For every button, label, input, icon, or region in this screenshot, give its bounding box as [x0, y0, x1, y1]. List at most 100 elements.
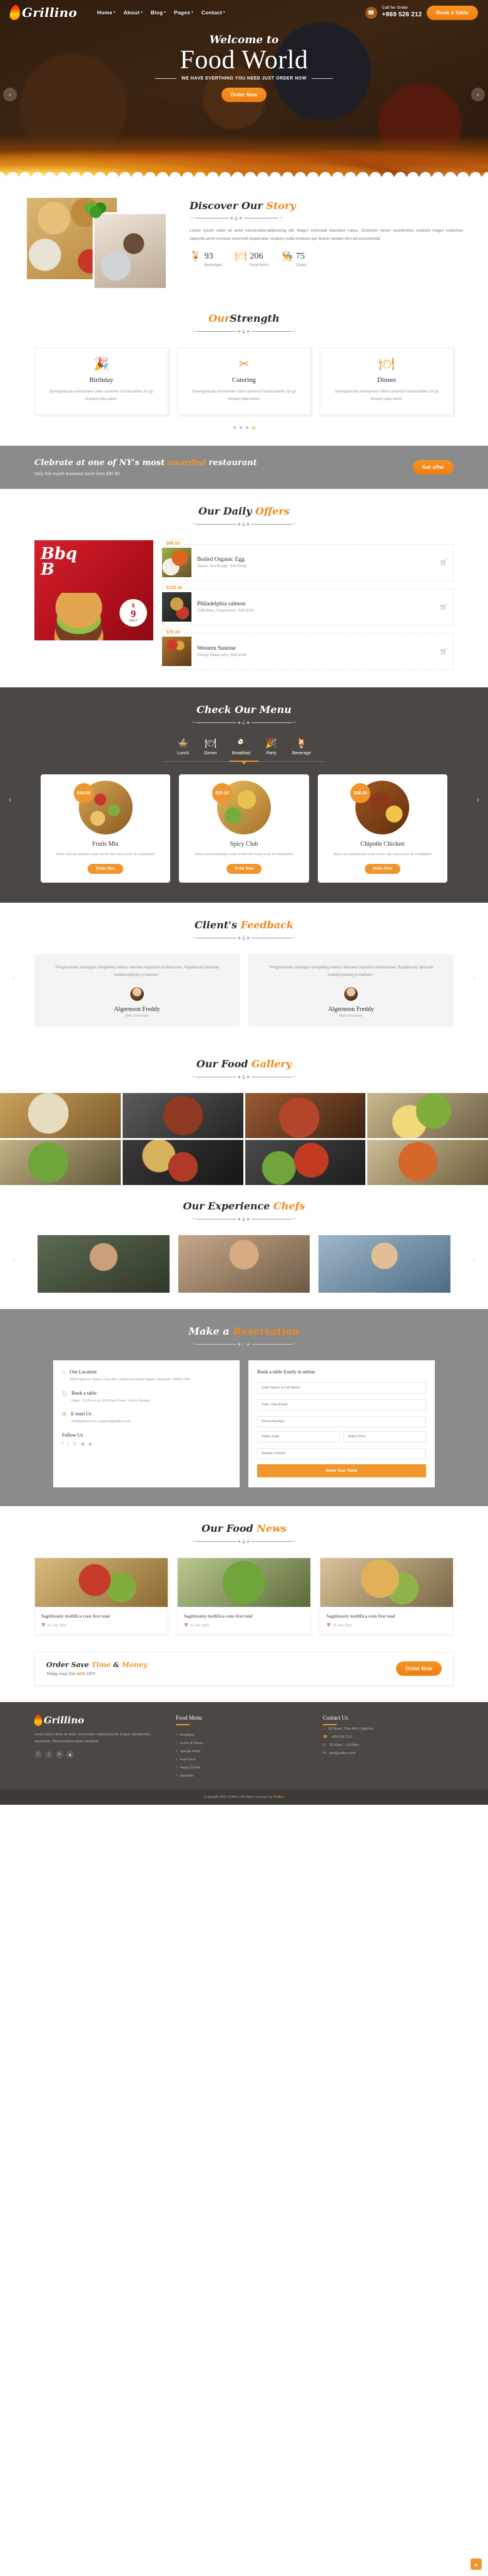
divider-ornament: ◈⚓◈	[238, 1217, 250, 1221]
tab-beverage[interactable]: 🍹 Beverage	[292, 739, 311, 761]
youtube-icon[interactable]: ▶	[89, 1442, 92, 1447]
chefs-prev-arrow[interactable]: ‹	[13, 1255, 15, 1263]
carousel-dot-active[interactable]	[252, 426, 255, 429]
linkedin-icon[interactable]: in	[73, 1442, 76, 1447]
name-field[interactable]	[257, 1382, 426, 1394]
strength-card-birthday[interactable]: 🎉 Birthday Synergistically envisioneer c…	[34, 347, 168, 415]
tab-party[interactable]: 🎉 Party	[265, 739, 277, 761]
cart-icon[interactable]: 🛒	[440, 648, 447, 655]
email-field[interactable]	[257, 1399, 426, 1411]
strength-card-catering[interactable]: ✂ Catering Synergistically envisioneer c…	[177, 347, 311, 415]
chefs-next-arrow[interactable]: ›	[473, 1255, 475, 1263]
footer-link[interactable]: Fast Food	[176, 1755, 307, 1763]
menu-card-order-button[interactable]: Order Now	[364, 864, 400, 875]
testimonial-card: "Progressively strategize compelling met…	[34, 954, 240, 1027]
nav-item-about[interactable]: About ▾	[123, 9, 142, 16]
strength-card-dinner[interactable]: 🍽 Dinner Synergistically envisioneer cli…	[320, 347, 454, 415]
order-now-button[interactable]: Order Now	[221, 88, 267, 103]
chef-card[interactable]	[178, 1235, 310, 1293]
nav-item-home[interactable]: Home ▾	[97, 9, 115, 16]
nav-item-blog[interactable]: Blog ▾	[151, 9, 166, 16]
call-number[interactable]: +869 526 212	[382, 11, 422, 19]
offer-item: $125.00 Philadelphia salmon Chilli bites…	[162, 585, 454, 625]
tab-dinner[interactable]: 🍽 Dinner	[204, 739, 217, 761]
order-now-strip-button[interactable]: Order Now	[396, 1661, 442, 1676]
gallery-item[interactable]	[245, 1140, 366, 1186]
menu-prev-arrow[interactable]: ‹	[9, 795, 11, 804]
phone-field[interactable]	[257, 1416, 426, 1428]
footer-logo[interactable]: Grillino	[34, 1715, 160, 1727]
ornament-divider: ⇾ ◈⚓◈ ⇽	[191, 720, 297, 725]
linkedin-icon[interactable]: in	[56, 1751, 63, 1759]
gallery-item[interactable]	[0, 1140, 121, 1186]
story-body: Discover Our Story ⇾ ◈⚓◈ ⇽ Lorem ipsum d…	[190, 196, 463, 267]
twitter-icon[interactable]: t	[68, 1442, 69, 1447]
gallery-item[interactable]	[245, 1093, 366, 1139]
reservation-title-b: Reservation	[233, 1325, 300, 1338]
chef-card[interactable]	[38, 1235, 170, 1293]
carousel-dot[interactable]	[233, 426, 236, 429]
offer-row[interactable]: Philadelphia salmon Chilli bites, Chomch…	[162, 588, 454, 625]
footer-link[interactable]: Lunch & Dinner	[176, 1739, 307, 1747]
tab-breakfast[interactable]: 🍳 Breakfast	[232, 739, 251, 761]
menu-heading: Check Our Menu ⇾ ◈⚓◈ ⇽	[0, 704, 488, 725]
contact-phone[interactable]: ☎ +869 526 212	[323, 1733, 454, 1741]
footer-link[interactable]: Desserts	[176, 1772, 307, 1780]
chef-card[interactable]	[318, 1235, 451, 1293]
news-card[interactable]: Sagittiously mollifica cons first total …	[177, 1557, 311, 1636]
site-logo[interactable]: Grillino	[9, 5, 77, 20]
gallery-item[interactable]	[367, 1140, 488, 1186]
stat-label: Beverages	[204, 264, 223, 268]
basil-leaf-icon	[85, 202, 106, 218]
gallery-item[interactable]	[122, 1140, 243, 1186]
facebook-icon[interactable]: f	[62, 1442, 63, 1447]
nav-item-contact[interactable]: Contact ▾	[201, 9, 225, 16]
news-card[interactable]: Sagittiously mollifica cons first total …	[320, 1557, 454, 1636]
offer-info: Western Sunrise Chingri Malai curry, Sof…	[197, 645, 435, 657]
twitter-icon[interactable]: t	[45, 1751, 53, 1759]
arrow-up-icon[interactable]: ▲	[470, 2558, 482, 2570]
tab-lunch[interactable]: 🍲 Lunch	[177, 739, 189, 761]
carousel-dot[interactable]	[245, 426, 248, 429]
menu-card-fruits-mix[interactable]: $49.99 Fruits Mix Moon sed perspiciatis …	[41, 774, 171, 883]
book-your-table-button[interactable]: Book Your Table	[257, 1464, 426, 1478]
carousel-dot[interactable]	[239, 426, 242, 429]
instagram-icon[interactable]: ◉	[81, 1442, 84, 1447]
feedback-next-arrow[interactable]: ›	[473, 974, 475, 983]
gallery-item[interactable]	[122, 1093, 243, 1139]
footer-link[interactable]: Special Items	[176, 1747, 307, 1755]
gallery-item[interactable]	[367, 1093, 488, 1139]
offer-row[interactable]: Boiled Organic Egg Sauce, Hot Burger, So…	[162, 544, 454, 581]
contact-email[interactable]: ✉ info@grillino.com	[323, 1749, 454, 1757]
time-field[interactable]	[343, 1431, 426, 1443]
menu-next-arrow[interactable]: ›	[477, 795, 479, 804]
facebook-icon[interactable]: f	[34, 1751, 42, 1759]
footer-menu-column: Food Menu Breakfast Lunch & Dinner Speci…	[176, 1715, 307, 1780]
cart-icon[interactable]: 🛒	[440, 603, 447, 610]
news-card-meta: 📅 21 July 2021	[327, 1624, 447, 1628]
hero-next-arrow[interactable]: ›	[471, 88, 485, 101]
person-count-field[interactable]	[257, 1448, 426, 1460]
instagram-icon[interactable]: ◉	[66, 1751, 74, 1759]
gallery-item[interactable]	[0, 1093, 121, 1139]
book-a-table-button[interactable]: Book a Table	[427, 5, 478, 20]
news-title: Our Food News	[0, 1522, 488, 1534]
date-field[interactable]	[257, 1431, 340, 1443]
news-card[interactable]: Sagittiously mollifica cons first total …	[34, 1557, 168, 1636]
menu-card-spicy-club[interactable]: $29.00 Spicy Club Moon sed perspiciatis …	[179, 774, 309, 883]
footer-link-label: Fast Food	[180, 1757, 196, 1762]
menu-card-order-button[interactable]: Order Now	[88, 864, 123, 875]
menu-card-order-button[interactable]: Order Now	[226, 864, 262, 875]
hero-prev-arrow[interactable]: ‹	[3, 88, 17, 101]
bbq-promo-banner[interactable]: Bbq B $ 9 ONLY	[34, 540, 153, 640]
nav-item-pages[interactable]: Pages ▾	[174, 9, 193, 16]
get-offer-button[interactable]: Get offer	[412, 460, 454, 475]
footer-link[interactable]: Happy Drinks	[176, 1763, 307, 1772]
footer-brand: Grillino	[44, 1715, 84, 1727]
footer-link[interactable]: Breakfast	[176, 1731, 307, 1739]
feedback-prev-arrow[interactable]: ‹	[13, 974, 15, 983]
offer-row[interactable]: Western Sunrise Chingri Malai curry, Sof…	[162, 633, 454, 670]
divider-cap-right: ⇽	[293, 936, 298, 941]
menu-card-chipotle-chicken[interactable]: $36.00 Chipotle Chicken Moon sed perspic…	[317, 774, 447, 883]
cart-icon[interactable]: 🛒	[440, 559, 447, 566]
